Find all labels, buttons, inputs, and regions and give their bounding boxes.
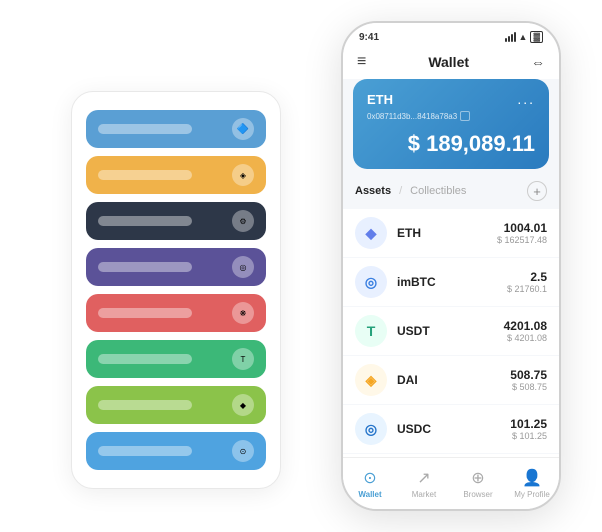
nav-label-wallet: Wallet (358, 490, 381, 499)
asset-icon-eth: ◆ (355, 217, 387, 249)
card-bar-3 (98, 216, 192, 226)
asset-row-usdc[interactable]: ◎ USDC 101.25 $ 101.25 (343, 405, 559, 453)
card-icon-8: ⊙ (232, 440, 254, 462)
asset-main-amount: 4201.08 (504, 319, 547, 333)
asset-icon-usdc: ◎ (355, 413, 387, 445)
scan-icon[interactable]: ⇔ (531, 54, 545, 70)
signal-icon (505, 32, 516, 42)
nav-item-wallet[interactable]: ⊙ Wallet (343, 468, 397, 499)
nav-item-market[interactable]: ↗ Market (397, 468, 451, 499)
battery-icon: ▓ (530, 31, 543, 43)
card-icon-7: ◆ (232, 394, 254, 416)
status-time: 9:41 (359, 32, 379, 43)
asset-usd-amount: $ 101.25 (510, 431, 547, 441)
card-item-7: ◆ (86, 386, 266, 424)
card-item-1: 🔷 (86, 110, 266, 148)
nav-icon-browser: ⊕ (471, 468, 484, 488)
asset-icon-imbtc: ◎ (355, 266, 387, 298)
nav-icon-market: ↗ (417, 468, 430, 488)
add-asset-button[interactable]: + (527, 181, 547, 201)
asset-amounts-dai: 508.75 $ 508.75 (510, 368, 547, 392)
eth-card-label: ETH (367, 92, 393, 107)
card-bar-2 (98, 170, 192, 180)
phone: 9:41 ▲ ▓ ≡ Wallet ⇔ (341, 21, 561, 511)
asset-row-imbtc[interactable]: ◎ imBTC 2.5 $ 21760.1 (343, 258, 559, 306)
eth-card-menu[interactable]: ... (517, 91, 535, 107)
nav-icon-profile: 👤 (522, 468, 542, 488)
card-icon-5: ❋ (232, 302, 254, 324)
card-bar-6 (98, 354, 192, 364)
eth-card: ETH ... 0x08711d3b...8418a78a3 $ 189,089… (353, 79, 549, 169)
phone-notch-area: 9:41 ▲ ▓ (343, 23, 559, 47)
nav-item-browser[interactable]: ⊕ Browser (451, 468, 505, 499)
asset-name-imbtc: imBTC (397, 275, 497, 289)
asset-usd-amount: $ 21760.1 (507, 284, 547, 294)
nav-label-browser: Browser (463, 490, 492, 499)
card-item-4: ◎ (86, 248, 266, 286)
asset-main-amount: 2.5 (507, 270, 547, 284)
asset-name-usdc: USDC (397, 422, 500, 436)
wifi-icon: ▲ (519, 32, 528, 42)
asset-amounts-imbtc: 2.5 $ 21760.1 (507, 270, 547, 294)
asset-main-amount: 508.75 (510, 368, 547, 382)
eth-address: 0x08711d3b...8418a78a3 (367, 111, 535, 121)
nav-label-market: Market (412, 490, 436, 499)
tab-assets[interactable]: Assets (355, 185, 391, 197)
asset-row-usdt[interactable]: T USDT 4201.08 $ 4201.08 (343, 307, 559, 355)
card-icon-6: T (232, 348, 254, 370)
asset-icon-usdt: T (355, 315, 387, 347)
phone-content: ETH ... 0x08711d3b...8418a78a3 $ 189,089… (343, 79, 559, 509)
phone-header: ≡ Wallet ⇔ (343, 47, 559, 79)
asset-name-usdt: USDT (397, 324, 494, 338)
nav-item-profile[interactable]: 👤 My Profile (505, 468, 559, 499)
card-stack: 🔷 ◈ ⚙ ◎ ❋ T ◆ ⊙ (71, 91, 281, 489)
asset-row-eth[interactable]: ◆ ETH 1004.01 $ 162517.48 (343, 209, 559, 257)
tab-separator: / (399, 185, 402, 197)
card-icon-4: ◎ (232, 256, 254, 278)
card-item-3: ⚙ (86, 202, 266, 240)
asset-main-amount: 1004.01 (497, 221, 547, 235)
eth-address-text: 0x08711d3b...8418a78a3 (367, 112, 457, 121)
copy-icon[interactable] (460, 111, 470, 121)
asset-main-amount: 101.25 (510, 417, 547, 431)
asset-usd-amount: $ 508.75 (510, 382, 547, 392)
card-item-2: ◈ (86, 156, 266, 194)
card-icon-2: ◈ (232, 164, 254, 186)
card-item-5: ❋ (86, 294, 266, 332)
asset-usd-amount: $ 4201.08 (504, 333, 547, 343)
asset-amounts-eth: 1004.01 $ 162517.48 (497, 221, 547, 245)
asset-name-eth: ETH (397, 226, 487, 240)
card-bar-5 (98, 308, 192, 318)
status-icons: ▲ ▓ (505, 31, 543, 43)
card-icon-1: 🔷 (232, 118, 254, 140)
eth-card-header: ETH ... (367, 91, 535, 107)
card-item-6: T (86, 340, 266, 378)
card-bar-1 (98, 124, 192, 134)
card-icon-3: ⚙ (232, 210, 254, 232)
card-item-8: ⊙ (86, 432, 266, 470)
scene: 🔷 ◈ ⚙ ◎ ❋ T ◆ ⊙ (11, 11, 591, 521)
menu-icon[interactable]: ≡ (357, 53, 366, 71)
card-bar-7 (98, 400, 192, 410)
nav-icon-wallet: ⊙ (363, 468, 376, 488)
eth-balance: $ 189,089.11 (367, 131, 535, 157)
assets-header: Assets / Collectibles + (343, 181, 559, 209)
asset-amounts-usdc: 101.25 $ 101.25 (510, 417, 547, 441)
asset-row-dai[interactable]: ◈ DAI 508.75 $ 508.75 (343, 356, 559, 404)
assets-tabs: Assets / Collectibles (355, 185, 466, 197)
card-bar-8 (98, 446, 192, 456)
nav-label-profile: My Profile (514, 490, 550, 499)
bottom-nav: ⊙ Wallet ↗ Market ⊕ Browser 👤 My Profile (343, 457, 559, 509)
asset-usd-amount: $ 162517.48 (497, 235, 547, 245)
asset-icon-dai: ◈ (355, 364, 387, 396)
asset-name-dai: DAI (397, 373, 500, 387)
tab-collectibles[interactable]: Collectibles (410, 185, 466, 197)
status-bar: 9:41 ▲ ▓ (359, 31, 543, 47)
page-title: Wallet (428, 54, 469, 70)
card-bar-4 (98, 262, 192, 272)
asset-amounts-usdt: 4201.08 $ 4201.08 (504, 319, 547, 343)
